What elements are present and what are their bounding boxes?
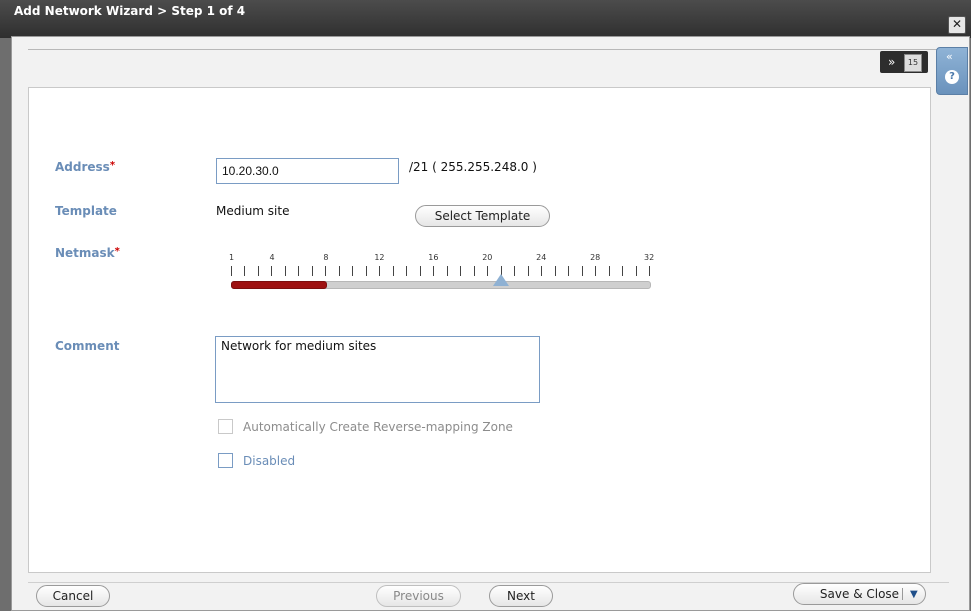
cidr-mask-text: /21 ( 255.255.248.0 ) <box>409 160 537 174</box>
calendar-icon[interactable]: 15 <box>904 54 922 72</box>
netmask-tick <box>568 266 570 276</box>
netmask-tick <box>635 266 637 276</box>
netmask-tick-label: 24 <box>536 253 547 262</box>
netmask-slider-fill <box>231 281 328 289</box>
netmask-tick <box>257 266 259 276</box>
toolbar-icons: » 15 <box>880 51 928 73</box>
netmask-label: Netmask* <box>55 246 120 260</box>
netmask-tick <box>338 266 340 276</box>
netmask-tick <box>244 266 246 276</box>
disabled-label: Disabled <box>243 454 296 468</box>
netmask-tick <box>352 266 354 276</box>
netmask-tick <box>595 266 597 276</box>
comment-textarea[interactable]: Network for medium sites <box>215 336 540 403</box>
netmask-tick <box>514 266 516 276</box>
netmask-tick-label: 12 <box>374 253 385 262</box>
netmask-tick <box>419 266 421 276</box>
close-icon[interactable]: ✕ <box>948 16 966 34</box>
netmask-tick <box>271 266 273 276</box>
previous-button[interactable]: Previous <box>376 585 461 607</box>
netmask-tick-label: 28 <box>590 253 601 262</box>
netmask-tick <box>487 266 489 276</box>
netmask-tick-label: 8 <box>323 253 329 262</box>
netmask-tick <box>608 266 610 276</box>
netmask-tick <box>433 266 435 276</box>
netmask-tick <box>365 266 367 276</box>
netmask-tick <box>460 266 462 276</box>
netmask-tick <box>392 266 394 276</box>
netmask-tick <box>284 266 286 276</box>
form-panel: Address* /21 ( 255.255.248.0 ) Template … <box>28 87 931 573</box>
netmask-tick-label: 32 <box>644 253 655 262</box>
double-chevron-down-icon[interactable]: » <box>888 55 895 69</box>
netmask-tick <box>649 266 650 276</box>
double-chevron-left-icon[interactable]: « <box>946 50 953 63</box>
next-button[interactable]: Next <box>489 585 553 607</box>
auto-reverse-checkbox[interactable] <box>218 419 233 434</box>
save-close-button[interactable]: Save & Close ▼ <box>793 583 926 605</box>
netmask-tick <box>622 266 624 276</box>
cancel-button[interactable]: Cancel <box>36 585 110 607</box>
netmask-tick-label: 4 <box>269 253 275 262</box>
help-panel-tab[interactable]: « ? <box>936 47 968 95</box>
netmask-tick <box>446 266 448 276</box>
disabled-checkbox[interactable] <box>218 453 233 468</box>
window-title: Add Network Wizard > Step 1 of 4 <box>14 4 246 18</box>
netmask-tick <box>473 266 475 276</box>
auto-reverse-label: Automatically Create Reverse-mapping Zon… <box>243 420 513 434</box>
netmask-tick <box>298 266 300 276</box>
netmask-tick <box>231 266 232 276</box>
chevron-down-icon[interactable]: ▼ <box>910 585 918 605</box>
netmask-tick-label: 16 <box>428 253 439 262</box>
template-label: Template <box>55 204 117 218</box>
select-template-button[interactable]: Select Template <box>415 205 550 227</box>
netmask-tick-label: 1 <box>229 253 235 262</box>
netmask-tick <box>581 266 583 276</box>
netmask-tick <box>325 266 327 276</box>
address-input[interactable] <box>216 158 399 184</box>
netmask-tick <box>554 266 556 276</box>
netmask-tick <box>379 266 381 276</box>
save-close-label: Save & Close <box>819 587 900 601</box>
netmask-tick-label: 20 <box>482 253 493 262</box>
netmask-tick <box>311 266 313 276</box>
netmask-ticks: 1 4 8 12 16 20 24 28 32 <box>229 253 654 278</box>
netmask-tick <box>406 266 408 276</box>
comment-label: Comment <box>55 339 120 353</box>
netmask-tick <box>527 266 529 276</box>
help-icon[interactable]: ? <box>945 70 959 84</box>
address-label: Address* <box>55 160 116 174</box>
window-titlebar: Add Network Wizard > Step 1 of 4 ✕ <box>0 0 971 38</box>
save-close-divider <box>902 588 903 600</box>
template-value: Medium site <box>216 204 290 218</box>
wizard-dialog: » 15 « ? Address* /21 ( 255.255.248.0 ) … <box>11 36 970 611</box>
top-divider <box>28 49 949 50</box>
netmask-tick <box>541 266 543 276</box>
netmask-slider-thumb[interactable] <box>492 274 509 286</box>
